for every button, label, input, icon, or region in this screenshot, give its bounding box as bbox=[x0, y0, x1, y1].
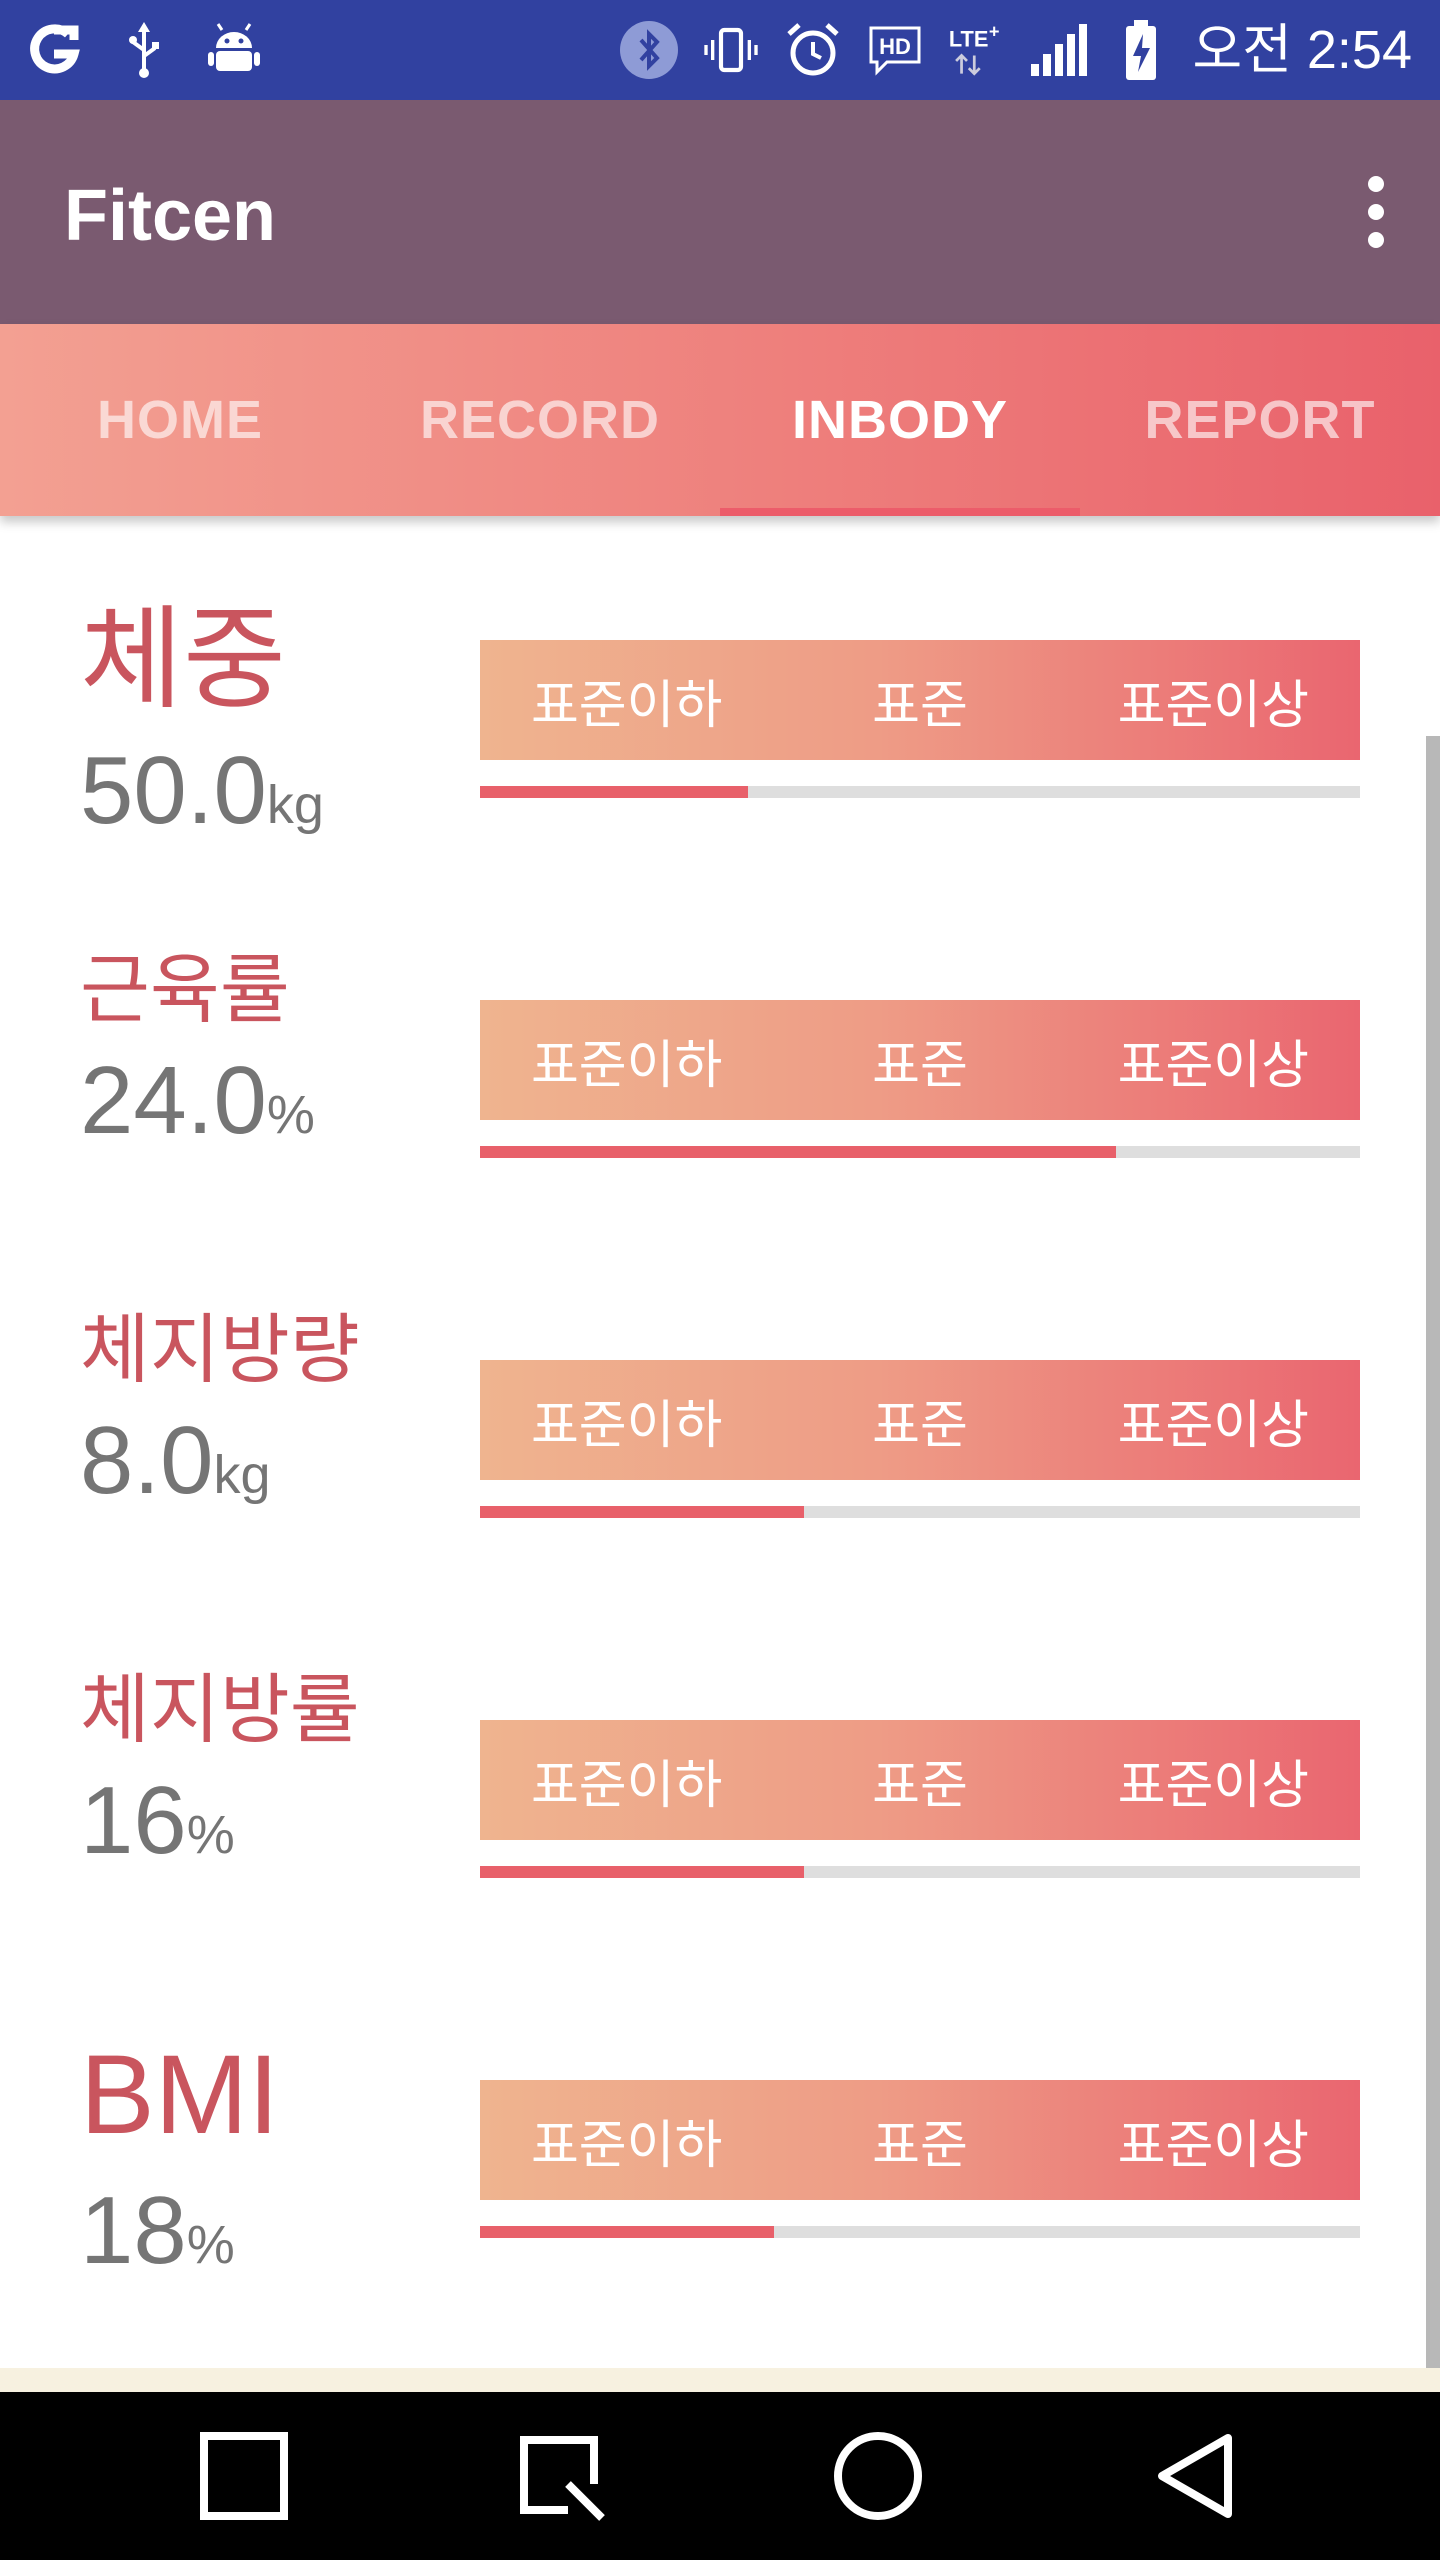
standard-scale: 표준이하 표준 표준이상 bbox=[480, 1360, 1360, 1480]
status-time: 오전 2:54 bbox=[1192, 20, 1412, 80]
scale-standard-label: 표준 bbox=[872, 1755, 968, 1816]
standard-scale: 표준이하 표준 표준이상 bbox=[480, 640, 1360, 760]
scale-below-label: 표준이하 bbox=[530, 675, 723, 736]
metric-title: BMI bbox=[80, 2032, 280, 2157]
progress-track bbox=[480, 1866, 1360, 1878]
standard-scale: 표준이하 표준 표준이상 bbox=[480, 1000, 1360, 1120]
scale-below-label: 표준이하 bbox=[530, 2115, 723, 2176]
metric-value: 24.0% bbox=[80, 1047, 315, 1154]
tab-bar: HOME RECORD INBODY REPORT bbox=[0, 324, 1440, 516]
app-title: Fitcen bbox=[64, 176, 277, 256]
app-bar: Fitcen bbox=[0, 100, 1440, 324]
bottom-edge-tint bbox=[0, 2368, 1440, 2392]
progress-fill bbox=[480, 2226, 774, 2238]
svg-text:LTE: LTE bbox=[948, 26, 988, 51]
tab-indicator bbox=[720, 508, 1080, 516]
vibrate-icon bbox=[701, 20, 761, 80]
metric-title: 근육률 bbox=[80, 945, 290, 1034]
back-icon[interactable] bbox=[1096, 2392, 1296, 2560]
progress-fill bbox=[480, 1866, 804, 1878]
alarm-icon bbox=[783, 20, 843, 80]
home-icon[interactable] bbox=[778, 2392, 978, 2560]
bluetooth-icon bbox=[619, 20, 679, 80]
scale-below-label: 표준이하 bbox=[530, 1395, 723, 1456]
g-app-icon bbox=[24, 20, 84, 80]
metric-title: 체지방량 bbox=[80, 1305, 360, 1394]
tab-record[interactable]: RECORD bbox=[360, 324, 720, 516]
scale-below-label: 표준이하 bbox=[530, 1035, 723, 1096]
progress-track bbox=[480, 1146, 1360, 1158]
battery-charging-icon bbox=[1111, 20, 1171, 80]
standard-scale: 표준이하 표준 표준이상 bbox=[480, 2080, 1360, 2200]
scale-standard-label: 표준 bbox=[872, 675, 968, 736]
usb-icon bbox=[114, 20, 174, 80]
scale-above-label: 표준이상 bbox=[1117, 1035, 1309, 1096]
overflow-menu-icon[interactable] bbox=[1356, 176, 1396, 248]
scale-above-label: 표준이상 bbox=[1117, 675, 1309, 736]
metric-value: 50.0kg bbox=[80, 737, 324, 844]
scale-above-label: 표준이상 bbox=[1117, 1755, 1309, 1816]
scale-above-label: 표준이상 bbox=[1117, 2115, 1309, 2176]
tab-home[interactable]: HOME bbox=[0, 324, 360, 516]
lte-plus-icon: LTE + bbox=[947, 20, 1007, 80]
svg-text:HD: HD bbox=[879, 34, 911, 59]
metric-title: 체중 bbox=[80, 595, 287, 725]
scale-standard-label: 표준 bbox=[872, 1395, 968, 1456]
scale-standard-label: 표준 bbox=[872, 1035, 968, 1096]
svg-text:+: + bbox=[988, 21, 999, 41]
progress-track bbox=[480, 2226, 1360, 2238]
android-debug-icon bbox=[204, 20, 264, 80]
scale-below-label: 표준이하 bbox=[530, 1755, 723, 1816]
progress-fill bbox=[480, 1506, 804, 1518]
scale-standard-label: 표준 bbox=[872, 2115, 968, 2176]
tab-report[interactable]: REPORT bbox=[1080, 324, 1440, 516]
hd-voice-icon: HD bbox=[865, 20, 925, 80]
metric-value: 8.0kg bbox=[80, 1407, 271, 1514]
capture-icon[interactable] bbox=[460, 2392, 660, 2560]
scale-above-label: 표준이상 bbox=[1117, 1395, 1309, 1456]
signal-icon bbox=[1029, 20, 1089, 80]
progress-fill bbox=[480, 1146, 1117, 1158]
recents-icon[interactable] bbox=[144, 2392, 344, 2560]
metric-title: 체지방률 bbox=[80, 1665, 360, 1754]
scrollbar[interactable] bbox=[1426, 736, 1440, 2368]
metric-value: 16% bbox=[80, 1767, 235, 1874]
metric-value: 18% bbox=[80, 2177, 235, 2284]
tab-inbody[interactable]: INBODY bbox=[720, 324, 1080, 516]
status-bar: HD LTE + 오전 2:54 bbox=[0, 0, 1440, 100]
progress-track bbox=[480, 786, 1360, 798]
navigation-bar bbox=[0, 2392, 1440, 2560]
standard-scale: 표준이하 표준 표준이상 bbox=[480, 1720, 1360, 1840]
progress-fill bbox=[480, 786, 749, 798]
progress-track bbox=[480, 1506, 1360, 1518]
